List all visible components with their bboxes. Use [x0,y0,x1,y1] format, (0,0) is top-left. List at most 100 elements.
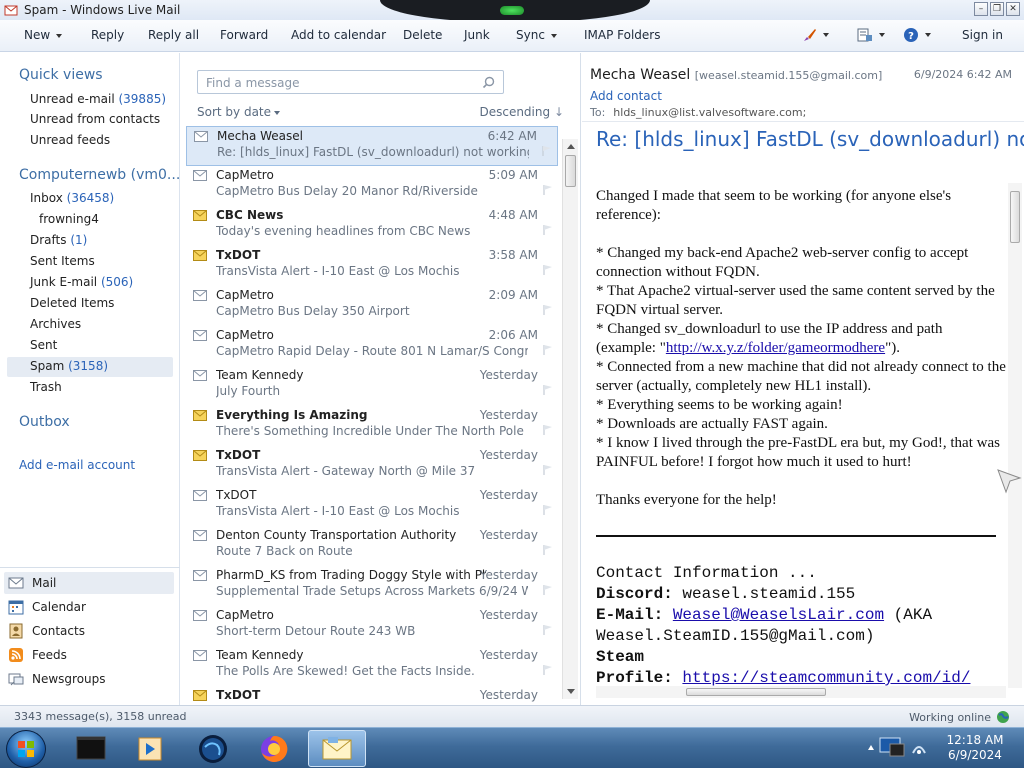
quick-views-heading[interactable]: Quick views [19,67,103,83]
message-row[interactable]: PharmD_KS from Trading Doggy Style with … [186,566,558,606]
sender[interactable]: Mecha Weasel [weasel.steamid.155@gmail.c… [590,67,882,83]
search-input[interactable]: Find a message [197,70,504,94]
taskbar-firefox-app[interactable] [245,730,303,767]
flag-icon[interactable] [541,145,553,157]
scroll-down-arrow[interactable] [567,689,575,694]
flag-icon[interactable] [542,384,554,396]
nav-contacts[interactable]: Contacts [8,623,85,639]
imap-folders-button[interactable]: IMAP Folders [584,28,661,42]
junk-button[interactable]: Junk [464,28,490,42]
steam-profile-link[interactable]: https://steamcommunity.com/id/ [682,669,970,687]
message-sender: Team Kennedy [216,368,304,382]
flag-icon[interactable] [542,184,554,196]
folder-inbox[interactable]: Inbox (36458) [30,191,114,205]
message-row[interactable]: TxDOT TransVista Alert - Gateway North @ … [186,446,558,486]
message-row[interactable]: Team Kennedy July Fourth Yesterday [186,366,558,406]
view-menu-button[interactable] [857,27,885,43]
display-icon[interactable] [878,736,906,760]
message-row[interactable]: CapMetro Short-term Detour Route 243 WB Ye… [186,606,558,646]
message-row[interactable]: TxDOT TransVista Alert - I-10 East @ Los … [186,486,558,526]
message-time: Yesterday [479,408,538,422]
quick-view-unread-email[interactable]: Unread e-mail (39885) [30,92,166,106]
flag-icon[interactable] [542,664,554,676]
folder-junk-email[interactable]: Junk E-mail (506) [30,275,133,289]
forward-button[interactable]: Forward [220,28,268,42]
restore-button[interactable]: ❐ [990,2,1004,16]
outbox-heading[interactable]: Outbox [19,414,70,430]
nav-newsgroups[interactable]: Newsgroups [8,671,106,687]
folder-deleted-items[interactable]: Deleted Items [30,296,114,310]
taskbar-clock[interactable]: 12:18 AM 6/9/2024 [935,733,1015,763]
flag-icon[interactable] [542,544,554,556]
taskbar-windows-live-mail-app[interactable] [308,730,366,767]
body-intro: Changed I made that seem to be working (… [596,188,952,223]
message-count-status: 3343 message(s), 3158 unread [14,710,187,723]
taskbar-terminal-app[interactable] [62,730,120,767]
scrollbar-thumb[interactable] [1010,191,1020,243]
message-row[interactable]: CBC News Today's evening headlines from C… [186,206,558,246]
flag-icon[interactable] [542,624,554,636]
reading-pane-vertical-scrollbar[interactable] [1008,183,1022,688]
message-subject-preview: Short-term Detour Route 243 WB [216,624,416,638]
flag-icon[interactable] [542,504,554,516]
folder-archives[interactable]: Archives [30,317,81,331]
minimize-button[interactable]: – [974,2,988,16]
folder-sent-items[interactable]: Sent Items [30,254,95,268]
quick-view-unread-feeds[interactable]: Unread feeds [30,133,110,147]
folder-drafts[interactable]: Drafts (1) [30,233,87,247]
account-heading[interactable]: Computernewb (vm0... [19,167,180,183]
message-row[interactable]: Everything Is Amazing There's Something I… [186,406,558,446]
example-url-link[interactable]: http://w.x.y.z/folder/gameormodhere [666,340,885,356]
show-hidden-icons-arrow[interactable] [866,741,876,755]
message-row[interactable]: CapMetro CapMetro Bus Delay 20 Manor Rd/R… [186,166,558,206]
sync-button[interactable]: Sync [516,28,557,42]
taskbar-media-player-app[interactable] [120,730,178,767]
connection-status[interactable]: Working online [909,710,1010,724]
quick-view-unread-from-contacts[interactable]: Unread from contacts [30,112,160,126]
message-row[interactable]: Team Kennedy The Polls Are Skewed! Get th… [186,646,558,686]
email-link[interactable]: Weasel@WeaselsLair.com [673,606,884,624]
sign-in-button[interactable]: Sign in [962,28,1003,42]
message-row[interactable]: Mecha Weasel Re: [hlds_linux] FastDL (sv_… [186,126,558,166]
flag-icon[interactable] [542,344,554,356]
nav-mail[interactable]: Mail [8,575,56,591]
network-icon[interactable] [910,739,928,757]
nav-feeds[interactable]: Feeds [8,647,67,663]
message-list-scrollbar[interactable] [562,139,578,699]
scroll-up-arrow[interactable] [567,144,575,149]
message-row[interactable]: CapMetro CapMetro Rapid Delay - Route 801… [186,326,558,366]
message-row[interactable]: TxDOT TransVista Alert - I-10 East @ Los … [186,246,558,286]
flag-icon[interactable] [542,424,554,436]
add-contact-link[interactable]: Add contact [590,89,662,103]
flag-icon[interactable] [542,584,554,596]
taskbar-globe-app[interactable] [184,730,242,767]
help-button[interactable]: ? [903,27,931,43]
sort-direction-toggle[interactable]: Descending ↓ [479,105,564,119]
message-row[interactable]: Denton County Transportation Authority Ro… [186,526,558,566]
folder-trash[interactable]: Trash [30,380,62,394]
start-button[interactable] [6,730,46,768]
message-subject-preview: CapMetro Bus Delay 20 Manor Rd/Riverside [216,184,478,198]
delete-button[interactable]: Delete [403,28,442,42]
folder-frowning4[interactable]: frowning4 [39,212,99,226]
scrollbar-thumb[interactable] [565,155,576,187]
sort-by-dropdown[interactable]: Sort by date [197,105,281,119]
message-row[interactable]: CapMetro CapMetro Bus Delay 350 Airport 2:… [186,286,558,326]
folder-spam[interactable]: Spam (3158) [30,359,108,373]
add-to-calendar-button[interactable]: Add to calendar [291,28,386,42]
folder-sent[interactable]: Sent [30,338,57,352]
reply-all-button[interactable]: Reply all [148,28,199,42]
reading-pane-horizontal-scrollbar[interactable] [596,686,1006,698]
flag-icon[interactable] [542,264,554,276]
add-email-account-link[interactable]: Add e-mail account [19,458,135,472]
close-button[interactable]: ✕ [1006,2,1020,16]
flag-icon[interactable] [542,224,554,236]
scrollbar-thumb[interactable] [686,688,826,696]
flag-icon[interactable] [542,464,554,476]
reply-button[interactable]: Reply [91,28,124,42]
new-button[interactable]: New [24,28,63,42]
nav-calendar[interactable]: Calendar [8,599,86,615]
customize-button[interactable] [801,27,829,43]
message-sender: Everything Is Amazing [216,408,368,422]
flag-icon[interactable] [542,304,554,316]
